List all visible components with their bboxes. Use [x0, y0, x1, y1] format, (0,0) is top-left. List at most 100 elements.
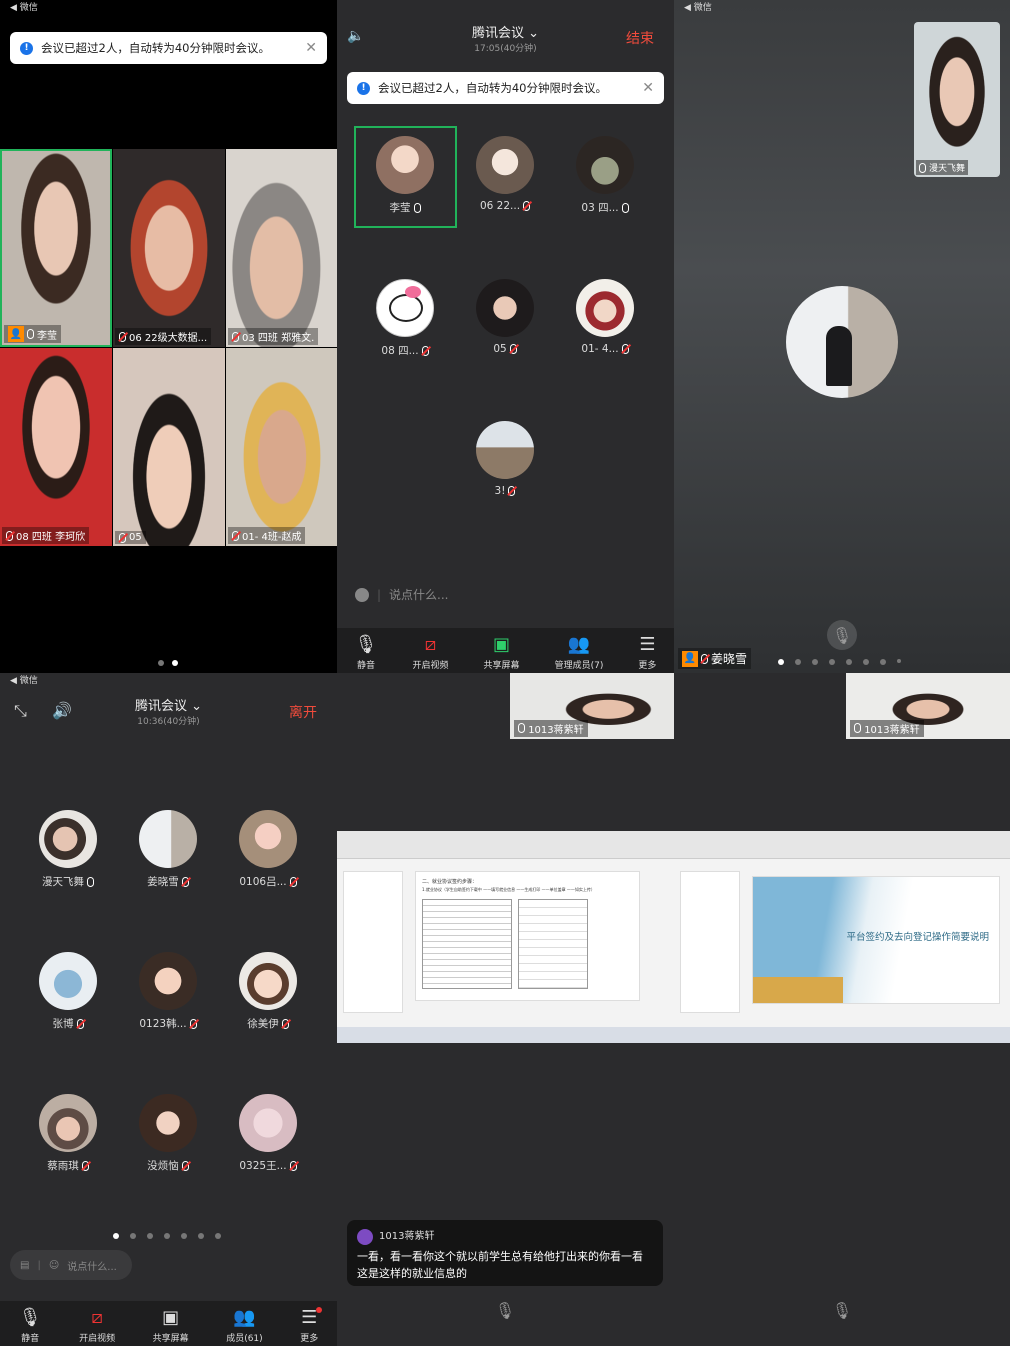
- mic-muted-button[interactable]: 🎙: [827, 1295, 857, 1325]
- mute-button[interactable]: 🎙 静音: [354, 634, 378, 672]
- close-icon[interactable]: ✕: [305, 40, 317, 56]
- presenter-label: 1013蒋紫轩: [850, 720, 924, 737]
- video-tile[interactable]: 08 四班 李珂欣: [0, 348, 112, 546]
- meeting-duration: 10:36(40分钟): [137, 717, 200, 727]
- mic-icon: 🎙: [18, 1307, 42, 1328]
- mic-muted-icon: [289, 1160, 297, 1171]
- more-button[interactable]: ☰ 更多: [300, 1307, 323, 1344]
- bottom-toolbar: 🎙 静音 ⧄ 开启视频 ▣ 共享屏幕 👥 管理成员(7) ☰ 更多: [337, 628, 674, 673]
- share-screen-button[interactable]: ▣ 共享屏幕: [153, 1309, 189, 1345]
- caption-text: 一看，看一看你这个就以前学生总有给他打出来的你看一看这是这样的就业信息的: [357, 1250, 643, 1280]
- back-to-wechat[interactable]: ◀ 微信: [10, 673, 38, 686]
- tile-label: 05: [115, 531, 146, 544]
- mic-icon: 🎙: [354, 634, 378, 655]
- info-icon: !: [357, 81, 370, 95]
- presenter-video[interactable]: 1013蒋紫轩: [846, 673, 1010, 739]
- participant-item[interactable]: 张博: [23, 952, 113, 1031]
- mic-icon: [854, 723, 861, 733]
- notification-dot: [316, 1307, 323, 1313]
- participant-item[interactable]: 3!: [460, 421, 550, 497]
- video-off-icon: ⧄: [424, 634, 437, 655]
- back-to-wechat[interactable]: ◀ 微信: [684, 0, 712, 13]
- video-off-icon: ⧄: [91, 1307, 103, 1328]
- mic-muted-button[interactable]: 🎙: [490, 1295, 520, 1325]
- share-screen-button[interactable]: ▣ 共享屏幕: [484, 634, 520, 672]
- participant-item[interactable]: 08 四...: [360, 279, 450, 358]
- emoji-icon[interactable]: [355, 587, 369, 602]
- video-button[interactable]: ⧄ 开启视频: [412, 634, 448, 672]
- shared-screen[interactable]: 平台签约及去向登记操作简要说明: [674, 831, 1010, 1043]
- chat-input[interactable]: | 说点什么...: [355, 586, 449, 603]
- video-button[interactable]: ⧄ 开启视频: [79, 1307, 115, 1345]
- participant-item[interactable]: 03 四...: [560, 136, 650, 215]
- video-feed: [2, 151, 110, 345]
- page-indicator[interactable]: [778, 659, 901, 665]
- caption-avatar: [357, 1228, 373, 1245]
- tile-label: 03 四班 郑雅文.: [228, 328, 319, 345]
- video-tile[interactable]: 03 四班 郑雅文.: [226, 149, 337, 347]
- speaker-label: 👤 姜晓雪: [678, 648, 752, 669]
- meeting-duration: 17:05(40分钟): [474, 44, 537, 54]
- participant-item[interactable]: 蔡雨琪: [23, 1094, 113, 1173]
- mic-muted-icon: [119, 532, 126, 543]
- doc-heading: 二、就业协议签约步骤：: [422, 879, 478, 885]
- avatar: [39, 952, 97, 1010]
- pip-video[interactable]: 漫天飞舞: [914, 22, 1000, 177]
- shared-screen[interactable]: 二、就业协议签约步骤： 1.就业协议（学生自助签约下载中 ——填写就业信息 ——…: [337, 831, 674, 1043]
- participant-item[interactable]: 0106吕...: [223, 810, 313, 889]
- participant-item[interactable]: 李莹: [360, 136, 450, 215]
- presenter-video[interactable]: 1013蒋紫轩: [510, 673, 674, 739]
- chat-list-icon[interactable]: ▤: [20, 1260, 29, 1271]
- mic-muted-icon: [232, 331, 239, 342]
- chat-placeholder: 说点什么...: [67, 1261, 117, 1273]
- avatar: [239, 810, 297, 868]
- video-tile[interactable]: 👤 李莹: [0, 149, 112, 347]
- mic-muted-icon: [119, 331, 126, 342]
- share-screen-icon: ▣: [493, 634, 511, 655]
- participant-item[interactable]: 姜晓雪: [123, 810, 213, 889]
- leave-button[interactable]: 离开: [289, 702, 317, 722]
- page-indicator[interactable]: [158, 660, 178, 666]
- video-tile[interactable]: 01- 4班-赵成: [226, 348, 337, 546]
- avatar: [139, 810, 197, 868]
- mic-muted-icon: [181, 1160, 189, 1171]
- document-page: 二、就业协议签约步骤： 1.就业协议（学生自助签约下载中 ——填写就业信息 ——…: [415, 871, 640, 1001]
- participant-item[interactable]: 0123韩...: [123, 952, 213, 1031]
- end-button[interactable]: 结束: [626, 28, 654, 48]
- pip-label: 漫天飞舞: [916, 160, 969, 175]
- more-button[interactable]: ☰ 更多: [638, 636, 656, 672]
- close-icon[interactable]: ✕: [642, 80, 654, 96]
- participant-item[interactable]: 没烦恼: [123, 1094, 213, 1173]
- back-to-wechat[interactable]: ◀ 微信: [10, 0, 38, 13]
- dock: [674, 1027, 1010, 1043]
- limit-notice: ! 会议已超过2人，自动转为40分钟限时会议。 ✕: [347, 72, 664, 104]
- mic-button[interactable]: 🎙: [827, 620, 857, 650]
- meeting-title[interactable]: 腾讯会议 ⌄: [337, 22, 674, 41]
- page-indicator[interactable]: [113, 1233, 221, 1239]
- participant-item[interactable]: 0325王...: [223, 1094, 313, 1173]
- video-tile[interactable]: 05: [113, 348, 225, 546]
- manage-members-button[interactable]: 👥 管理成员(7): [555, 634, 604, 672]
- mic-icon: [518, 723, 525, 733]
- doc-line: 1.就业协议（学生自助签约下载中 ——填写就业信息 ——生成打印 ——单位盖章 …: [422, 887, 595, 892]
- avatar: [39, 810, 97, 868]
- avatar: [376, 136, 434, 194]
- avatar: [139, 952, 197, 1010]
- emoji-icon[interactable]: ☺: [49, 1260, 59, 1271]
- participant-item[interactable]: 05: [460, 279, 550, 355]
- members-icon: 👥: [567, 634, 591, 655]
- participant-item[interactable]: 徐美伊: [223, 952, 313, 1031]
- participant-item[interactable]: 06 22...: [460, 136, 550, 212]
- slide-thumbnails: [343, 871, 403, 1013]
- mute-button[interactable]: 🎙 静音: [18, 1307, 42, 1345]
- chat-input[interactable]: ▤ | ☺ 说点什么...: [10, 1250, 132, 1280]
- members-button[interactable]: 👥 成员(61): [226, 1309, 262, 1345]
- meeting-title[interactable]: 腾讯会议 ⌄: [0, 695, 337, 714]
- avatar: [576, 279, 634, 337]
- participant-item[interactable]: 漫天飞舞: [23, 810, 113, 889]
- video-tile[interactable]: 06 22级大数据...: [113, 149, 225, 347]
- video-feed: [113, 348, 225, 546]
- presenter-label: 1013蒋紫轩: [514, 720, 588, 737]
- participant-item[interactable]: 01- 4...: [560, 279, 650, 355]
- panel-member-grid: ◀ 微信 ⤡ 🔊 腾讯会议 ⌄ 10:36(40分钟) 离开 漫天飞舞 姜晓雪 …: [0, 673, 337, 1346]
